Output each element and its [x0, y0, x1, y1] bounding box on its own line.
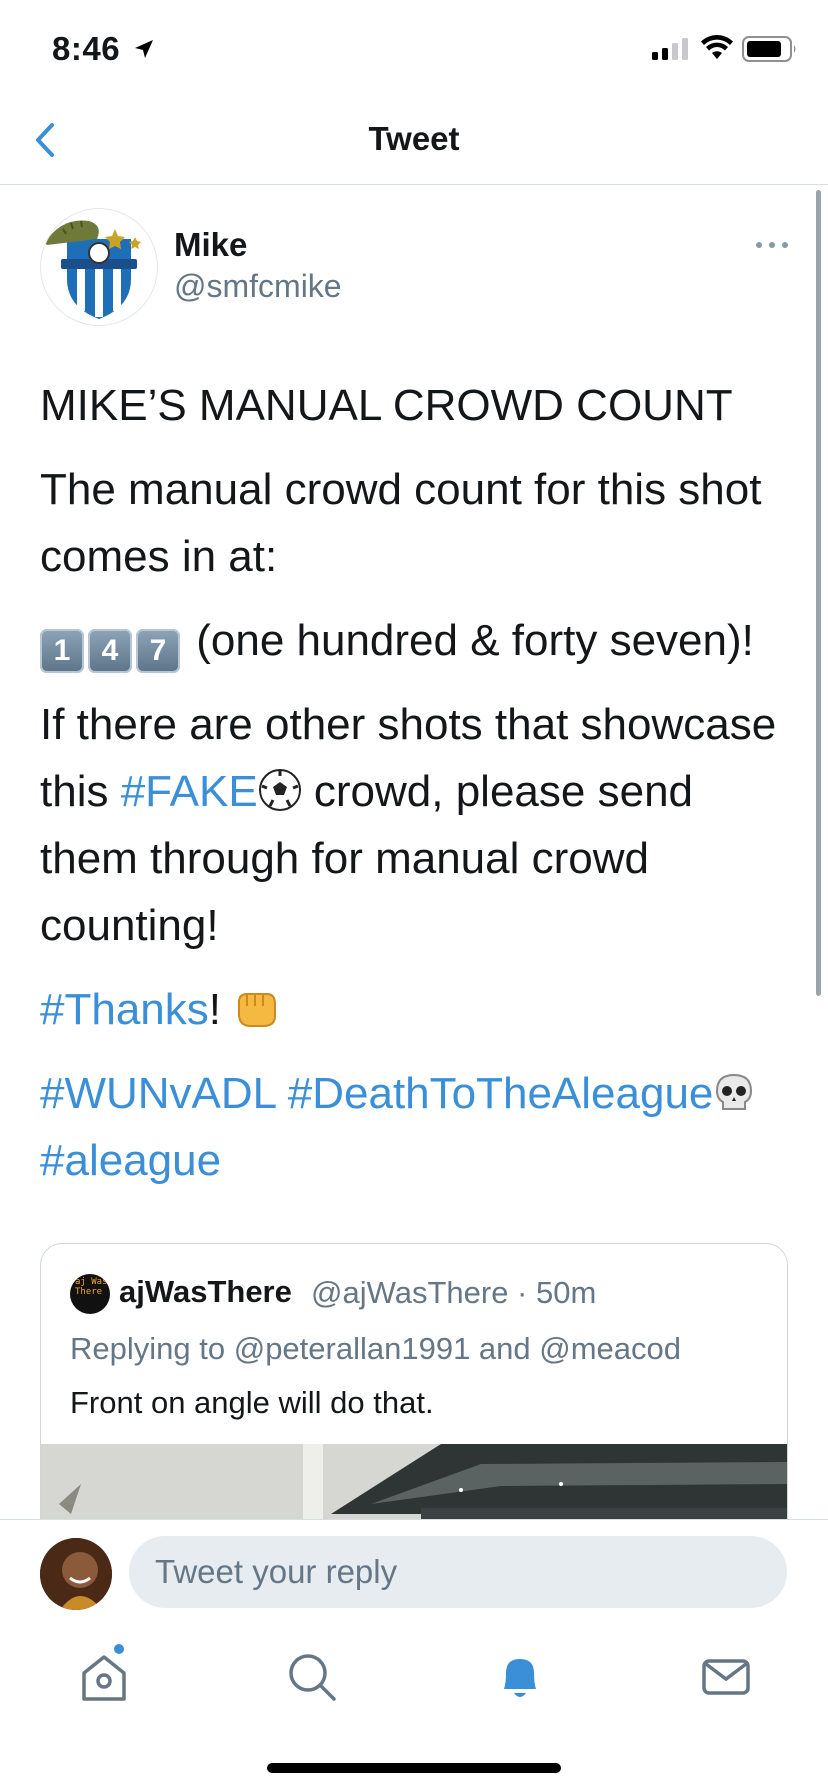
user-avatar[interactable] [40, 1538, 112, 1610]
scrollbar[interactable] [816, 190, 821, 996]
hashtag-wunvadl[interactable]: #WUNvADL [40, 1069, 276, 1118]
author-handle[interactable]: @smfcmike [174, 268, 342, 305]
reply-bar [0, 1519, 828, 1618]
text-span: Replying to [70, 1331, 234, 1366]
more-options-icon[interactable] [752, 232, 792, 258]
mention-peterallan1991[interactable]: @peterallan1991 [234, 1331, 471, 1366]
quoted-tweet-text: Front on angle will do that. [70, 1385, 434, 1420]
notifications-icon[interactable] [492, 1649, 548, 1705]
battery-icon [742, 36, 796, 62]
mention-meacod[interactable]: @meacod [539, 1331, 681, 1366]
fist-bump-icon [238, 993, 277, 1027]
home-icon[interactable] [76, 1649, 132, 1705]
messages-icon[interactable] [698, 1649, 754, 1705]
tweet-thanks-line: #Thanks! [40, 976, 800, 1043]
hashtag-aleague[interactable]: #aleague [40, 1136, 221, 1185]
reply-input[interactable] [129, 1536, 787, 1608]
club-crest-icon [45, 220, 141, 319]
cellular-signal-icon [652, 38, 688, 60]
tweet-heading: MIKE’S MANUAL CROWD COUNT [40, 381, 733, 430]
quoted-author-name: ajWasThere [119, 1274, 292, 1309]
author-avatar[interactable] [40, 208, 158, 326]
wifi-icon [701, 35, 733, 59]
tweet-text: MIKE’S MANUAL CROWD COUNT The manual cro… [40, 372, 800, 1211]
new-content-dot [114, 1644, 124, 1654]
keycap-digit: 4 [88, 629, 132, 673]
hashtag-fake[interactable]: #FAKE [121, 767, 258, 816]
user-photo [40, 1538, 112, 1610]
soccer-ball-icon [258, 769, 301, 811]
status-time: 8:46 [52, 30, 121, 67]
tab-bar [0, 1617, 828, 1792]
page-title: Tweet [368, 120, 460, 157]
quoted-author-avatar: aj Was There [70, 1274, 110, 1314]
hashtag-deathtothealeague[interactable]: #DeathToTheAleague [288, 1069, 714, 1118]
tweet-paragraph: The manual crowd count for this shot com… [40, 465, 762, 581]
tweet-paragraph: If there are other shots that showcase t… [40, 691, 800, 959]
search-icon[interactable] [284, 1649, 340, 1705]
author-name[interactable]: Mike [174, 226, 247, 264]
avatar-text: aj Was There [75, 1277, 108, 1297]
keycap-digit: 1 [40, 629, 84, 673]
count-words: (one hundred & forty seven)! [184, 616, 754, 665]
hashtag-thanks[interactable]: #Thanks [40, 985, 209, 1034]
quoted-author-meta: @ajWasThere · 50m [311, 1275, 597, 1310]
skull-icon [716, 1073, 753, 1110]
home-indicator[interactable] [267, 1763, 561, 1773]
tweet-count-line: 147 (one hundred & forty seven)! [40, 607, 800, 674]
keycap-digit: 7 [136, 629, 180, 673]
navigation-bar: Tweet [0, 96, 828, 185]
tweet-hashtags-line: #WUNvADL #DeathToTheAleague #aleague [40, 1060, 800, 1194]
text-span: ! [208, 985, 234, 1034]
location-arrow-icon [135, 40, 153, 58]
text-span: and [470, 1331, 540, 1366]
replying-to: Replying to @peterallan1991 and @meacod [70, 1331, 681, 1367]
status-bar: 8:46 [0, 0, 828, 96]
